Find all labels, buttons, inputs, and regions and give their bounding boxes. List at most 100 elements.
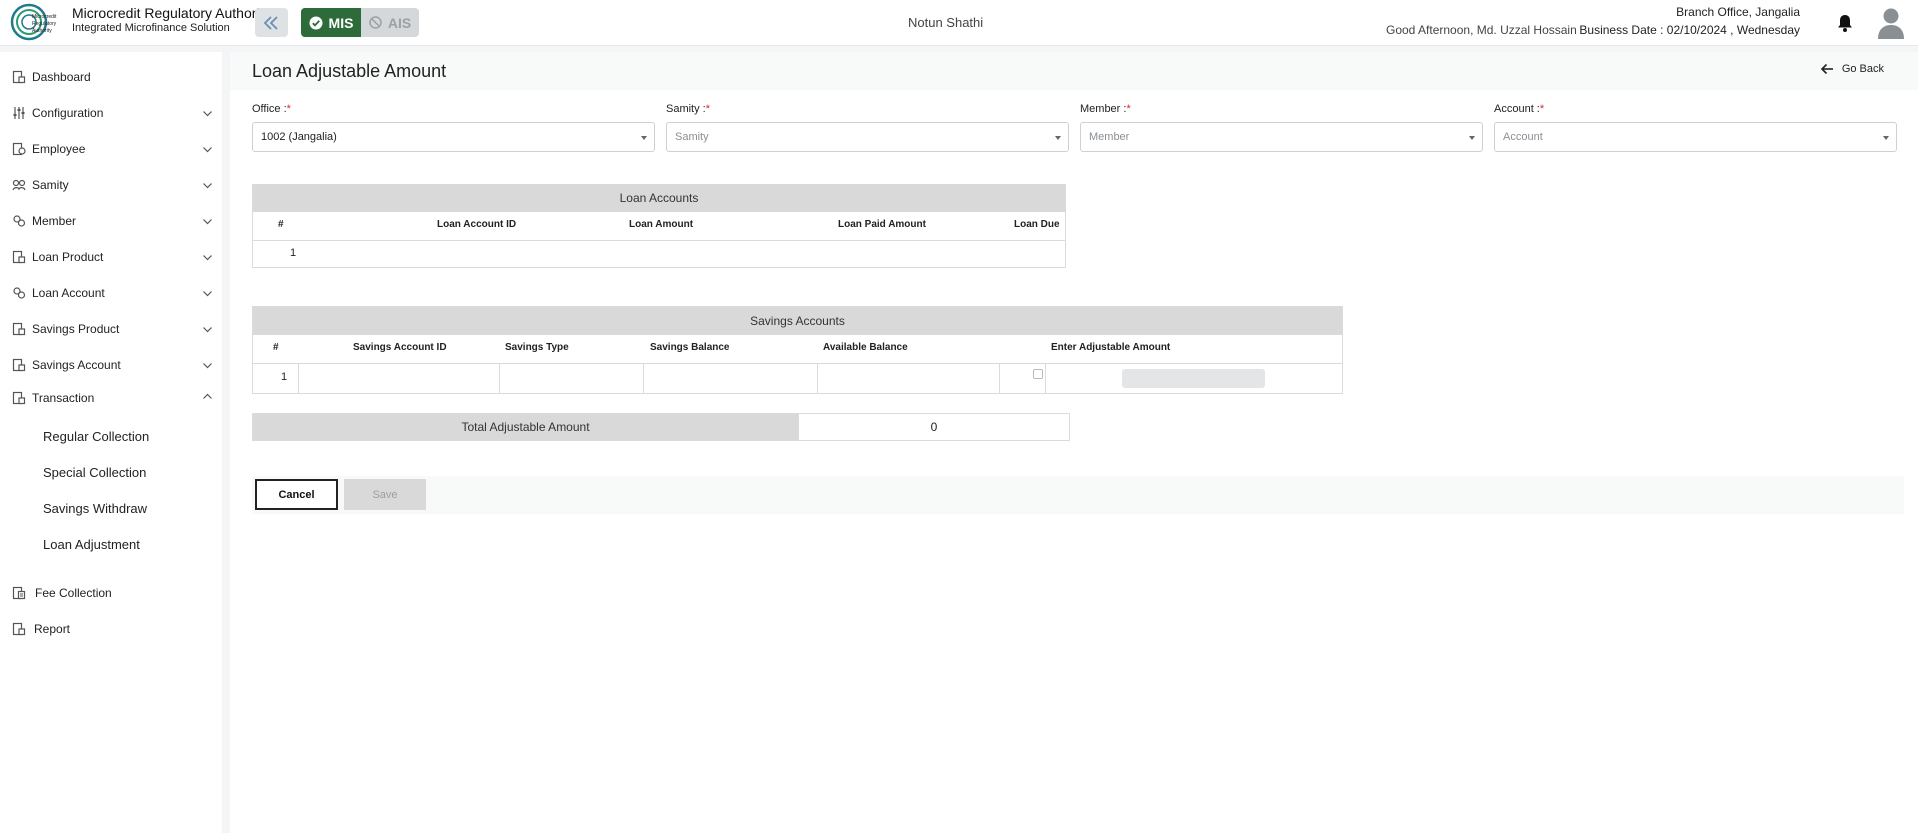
dashboard-icon — [12, 70, 26, 84]
sidebar: Dashboard Configuration Employee Samity … — [0, 52, 222, 833]
transaction-icon — [12, 391, 26, 405]
page-title: Loan Adjustable Amount — [252, 61, 447, 81]
table-row-index: 1 — [290, 247, 297, 259]
svg-text:Authority: Authority — [32, 28, 52, 34]
fee-collection-icon — [12, 586, 26, 600]
sidebar-subitem-regular-collection[interactable]: Regular Collection — [43, 429, 149, 444]
sidebar-item-savings-product[interactable]: Savings Product — [0, 314, 222, 344]
mode-toggle: MIS AIS — [301, 8, 419, 37]
office-select-value: 1002 (Jangalia) — [261, 131, 337, 143]
save-button[interactable]: Save — [344, 479, 426, 510]
account-label: Account :* — [1494, 103, 1544, 115]
sidebar-item-configuration[interactable]: Configuration — [0, 98, 222, 128]
samity-icon — [12, 179, 26, 191]
required-mark: * — [1539, 103, 1545, 115]
savings-row-checkbox[interactable] — [1033, 369, 1043, 379]
arrow-left-icon — [1820, 63, 1833, 75]
chevron-down-icon — [203, 255, 212, 261]
column-header: Loan Due — [1014, 219, 1060, 230]
user-avatar-icon[interactable] — [1876, 6, 1906, 40]
sidebar-subitem-savings-withdraw[interactable]: Savings Withdraw — [43, 501, 147, 516]
sidebar-item-label: Savings Product — [32, 322, 120, 336]
org-name: Notun Shathi — [908, 15, 984, 30]
loan-accounts-caption: Loan Accounts — [253, 185, 1065, 211]
sidebar-subitem-special-collection[interactable]: Special Collection — [43, 465, 146, 480]
caret-down-icon — [1883, 136, 1889, 140]
sidebar-item-label: Fee Collection — [35, 586, 112, 600]
samity-label-text: Samity : — [666, 103, 706, 115]
sidebar-item-samity[interactable]: Samity — [0, 170, 222, 200]
chevron-down-icon — [203, 147, 212, 153]
top-header: Microcredit Regulatory Authority Microcr… — [0, 0, 1918, 46]
column-header: Loan Paid Amount — [838, 219, 926, 230]
loan-account-icon — [13, 287, 26, 299]
samity-label: Samity :* — [666, 103, 710, 115]
column-header: Enter Adjustable Amount — [1051, 342, 1171, 353]
go-back-label: Go Back — [1841, 63, 1884, 75]
sidebar-item-report[interactable]: Report — [0, 614, 222, 644]
total-adjustable-label: Total Adjustable Amount — [253, 414, 798, 440]
report-icon — [12, 622, 26, 636]
savings-accounts-table: Savings Accounts # Savings Account ID Sa… — [252, 306, 1343, 394]
sidebar-item-label: Employee — [32, 142, 86, 156]
check-circle-icon — [309, 16, 323, 29]
svg-text:Microcredit: Microcredit — [32, 14, 57, 20]
account-select[interactable]: Account — [1494, 122, 1897, 152]
sidebar-item-label: Report — [34, 622, 71, 636]
business-date: Business Date : 02/10/2024 , Wednesday — [1579, 23, 1800, 37]
mode-ais-button[interactable]: AIS — [361, 8, 419, 37]
sidebar-item-label: Transaction — [32, 391, 95, 405]
mode-mis-button[interactable]: MIS — [301, 8, 361, 37]
sidebar-item-savings-account[interactable]: Savings Account — [0, 350, 222, 380]
sidebar-collapse-button[interactable] — [255, 8, 288, 37]
ban-icon — [369, 16, 382, 29]
user-greeting: Good Afternoon, Md. Uzzal Hossain — [1386, 23, 1577, 37]
brand-title: Microcredit Regulatory Authority — [72, 5, 271, 21]
chevron-down-icon — [203, 219, 212, 225]
sidebar-item-label: Loan Product — [32, 250, 104, 264]
mra-logo: Microcredit Regulatory Authority — [10, 3, 57, 41]
sidebar-item-transaction[interactable]: Transaction — [0, 383, 222, 413]
mode-mis-label: MIS — [328, 14, 354, 31]
adjustable-amount-input[interactable] — [1122, 369, 1265, 388]
office-select[interactable]: 1002 (Jangalia) — [252, 122, 655, 152]
samity-select[interactable]: Samity — [666, 122, 1069, 152]
member-label-text: Member : — [1080, 103, 1127, 115]
sidebar-item-label: Configuration — [32, 106, 104, 120]
column-header: Savings Account ID — [353, 342, 447, 353]
cancel-button[interactable]: Cancel — [255, 479, 338, 510]
sidebar-item-fee-collection[interactable]: Fee Collection — [0, 578, 222, 608]
member-select[interactable]: Member — [1080, 122, 1483, 152]
sidebar-item-label: Samity — [32, 178, 69, 192]
sidebar-item-member[interactable]: Member — [0, 206, 222, 236]
sidebar-item-dashboard[interactable]: Dashboard — [0, 62, 222, 92]
chevron-down-icon — [203, 183, 212, 189]
chevron-down-icon — [203, 363, 212, 369]
required-mark: * — [286, 103, 291, 115]
main-content: Loan Adjustable Amount Go Back Office :*… — [230, 52, 1918, 833]
action-bar: Cancel Save — [252, 476, 1904, 514]
required-mark: * — [1126, 103, 1131, 115]
account-select-placeholder: Account — [1503, 131, 1543, 143]
sliders-icon — [13, 107, 25, 119]
loan-product-icon — [12, 250, 26, 264]
column-header: Savings Balance — [650, 342, 730, 353]
column-header: Available Balance — [823, 342, 908, 353]
sidebar-item-label: Loan Account — [32, 286, 105, 300]
member-icon — [13, 215, 26, 227]
chevron-up-icon — [203, 393, 212, 399]
bell-icon[interactable] — [1836, 13, 1854, 33]
chevron-down-icon — [203, 327, 212, 333]
sidebar-subitem-loan-adjustment[interactable]: Loan Adjustment — [43, 537, 140, 552]
sidebar-item-loan-account[interactable]: Loan Account — [0, 278, 222, 308]
column-header: # — [278, 219, 284, 230]
member-label: Member :* — [1080, 103, 1131, 115]
sidebar-item-label: Dashboard — [32, 70, 91, 84]
caret-down-icon — [641, 136, 647, 140]
table-row-index: 1 — [281, 371, 288, 383]
sidebar-item-loan-product[interactable]: Loan Product — [0, 242, 222, 272]
go-back-button[interactable]: Go Back — [1820, 63, 1884, 75]
sidebar-item-employee[interactable]: Employee — [0, 134, 222, 164]
brand-subtitle: Integrated Microfinance Solution — [72, 22, 230, 34]
savings-product-icon — [12, 322, 26, 336]
